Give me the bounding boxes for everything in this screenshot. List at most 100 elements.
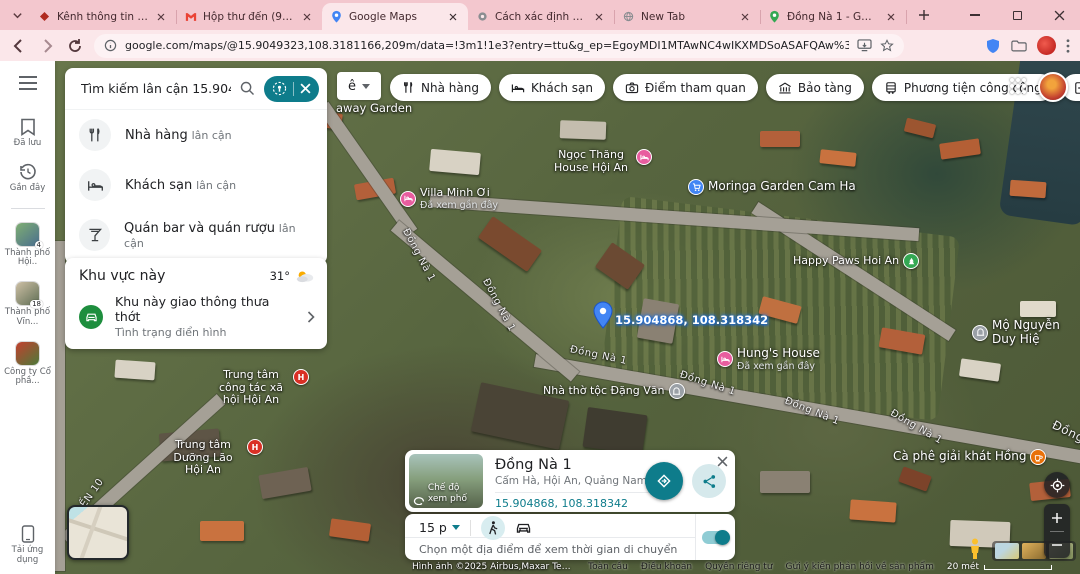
forward-icon[interactable]: [38, 37, 56, 55]
street-view-thumbnail[interactable]: Chế độ xem phố: [409, 454, 483, 508]
photo-thumbnail[interactable]: [1022, 543, 1046, 559]
chip-label: Điểm tham quan: [645, 81, 746, 95]
walk-mode-button[interactable]: [481, 516, 505, 540]
nearby-pin-icon[interactable]: [272, 81, 287, 96]
sidebar-item-label: Gần đây: [2, 184, 54, 194]
poi-villa-minh-oi[interactable]: Villa Minh Ơi Đã xem gần đây: [400, 187, 498, 211]
pill-divider: [293, 82, 294, 96]
poi-ca-phe-hong[interactable]: Cà phê giải khát Hồng: [893, 449, 1046, 465]
poi-mo-nguyen-duy-hieu[interactable]: Mộ Nguyễn Duy Hiệ: [972, 319, 1080, 347]
install-app-icon[interactable]: [857, 39, 872, 52]
tab-gmail[interactable]: Hộp thư đến (9.470) - leng: [176, 3, 322, 30]
poi-trung-tam-duong-lao[interactable]: Trung tâm Dưỡng Lão Hội An H: [163, 439, 263, 477]
close-tab-icon[interactable]: [446, 10, 460, 24]
directions-button[interactable]: [645, 462, 683, 500]
nearby-filter-pill[interactable]: [264, 76, 319, 102]
place-coordinates-link[interactable]: 15.904868, 108.318342: [495, 497, 731, 510]
back-icon[interactable]: [10, 37, 28, 55]
close-tab-icon[interactable]: [738, 10, 752, 24]
tab-dong-na-maps[interactable]: Đồng Nà 1 - Google Maps: [760, 3, 906, 30]
close-tab-icon[interactable]: [300, 10, 314, 24]
chip-label: Khách sạn: [531, 81, 593, 95]
share-button[interactable]: [692, 464, 726, 498]
poi-label: Villa Minh Ơi: [420, 187, 498, 200]
chip-museums[interactable]: Bảo tàng: [766, 74, 864, 101]
new-tab-button[interactable]: [912, 3, 936, 27]
zoom-in-button[interactable]: [1044, 505, 1070, 531]
tab-google-maps-active[interactable]: Google Maps: [322, 3, 468, 30]
zoom-out-button[interactable]: [1044, 532, 1070, 558]
map-inset-thumbnail[interactable]: [67, 505, 129, 560]
sidebar-item-list-vinh[interactable]: 18 Thành phố Vĩn...: [0, 282, 55, 328]
chip-attractions[interactable]: Điểm tham quan: [613, 74, 758, 101]
duration-dropdown[interactable]: 15 p: [419, 520, 460, 535]
traffic-row[interactable]: Khu này giao thông thưa thớt Tình trạng …: [79, 294, 315, 339]
tab-title: Cách xác định hướng: [495, 11, 586, 23]
search-box[interactable]: Tìm kiếm lân cận 15.904868, 108: [65, 68, 327, 110]
travel-time-toggle[interactable]: [702, 531, 730, 544]
sidebar-item-saved[interactable]: Đã lưu: [0, 118, 55, 149]
minimize-button[interactable]: [954, 0, 996, 30]
duration-value: 15 p: [419, 520, 447, 535]
footer-link-terms[interactable]: Điều khoản: [641, 562, 692, 572]
chip-restaurants[interactable]: Nhà hàng: [390, 74, 491, 101]
browser-menu-icon[interactable]: [1066, 39, 1070, 53]
pegman-icon[interactable]: [968, 538, 982, 563]
browser-profile-avatar[interactable]: [1037, 36, 1056, 55]
close-place-card-icon[interactable]: [714, 453, 730, 469]
site-info-icon[interactable]: [104, 39, 117, 52]
bookmark-star-icon[interactable]: [880, 39, 894, 53]
poi-label: Mộ Nguyễn Duy Hiệ: [992, 319, 1080, 347]
tab-real-estate[interactable]: Kênh thông tin bất động s: [30, 3, 176, 30]
tab-new-tab[interactable]: New Tab: [614, 3, 760, 30]
footer-link-global[interactable]: Toàn cầu: [588, 562, 628, 572]
suggestion-bars[interactable]: Quán bar và quán rượu lân cận: [65, 210, 327, 264]
poi-happy-paws[interactable]: Happy Paws Hoi An: [793, 253, 919, 269]
dropped-pin-icon[interactable]: [593, 301, 613, 329]
mobile-app-icon: [21, 525, 35, 543]
sidebar-item-recent[interactable]: Gần đây: [0, 163, 55, 194]
downloads-folder-icon[interactable]: [1011, 39, 1027, 53]
sidebar-item-list-congty[interactable]: Công ty Cổ phầ...: [0, 342, 55, 388]
footer-link-privacy[interactable]: Quyền riêng tư: [705, 562, 772, 572]
sidebar-item-get-app[interactable]: Tải ứng dụng: [0, 525, 55, 566]
account-avatar[interactable]: [1038, 72, 1068, 102]
photo-thumbnail[interactable]: [995, 543, 1019, 559]
clear-search-icon[interactable]: [300, 83, 311, 94]
reload-icon[interactable]: [66, 37, 84, 55]
address-bar[interactable]: google.com/maps/@15.9049323,108.3181166,…: [94, 34, 904, 58]
gear-favicon: [476, 10, 489, 23]
search-input[interactable]: Tìm kiếm lân cận 15.904868, 108: [81, 81, 231, 96]
poi-nha-tho-toc-dang-van[interactable]: Nhà thờ tộc Đặng Văn: [543, 383, 685, 399]
restaurant-icon: [402, 81, 415, 94]
map-footer: Hình ảnh ©2025 Airbus,Maxar Technologies…: [412, 562, 1052, 572]
menu-icon[interactable]: [18, 75, 38, 94]
close-tab-icon[interactable]: [884, 10, 898, 24]
footer-link-feedback[interactable]: Gửi ý kiến phản hồi về sản phẩm: [786, 562, 934, 572]
close-tab-icon[interactable]: [154, 10, 168, 24]
my-location-button[interactable]: [1044, 472, 1070, 498]
poi-ngoc-thang-house[interactable]: Ngọc Thăng House Hội An: [550, 149, 652, 174]
close-tab-icon[interactable]: [592, 10, 606, 24]
poi-hungs-house[interactable]: Hung's House Đã xem gần đây: [717, 347, 820, 372]
drive-mode-button[interactable]: [515, 521, 532, 534]
chevron-right-icon[interactable]: [307, 311, 315, 323]
maximize-button[interactable]: [996, 0, 1038, 30]
tab-orientation-guide[interactable]: Cách xác định hướng: [468, 3, 614, 30]
chip-hotels[interactable]: Khách sạn: [499, 74, 605, 101]
poi-moringa-garden[interactable]: Moringa Garden Cam Ha: [688, 179, 856, 195]
maps-favicon: [330, 10, 343, 23]
google-apps-grid-icon[interactable]: [1010, 78, 1028, 96]
poi-trung-tam-cong-tac[interactable]: Trung tâm công tác xã hội Hội An H: [213, 369, 309, 407]
search-icon[interactable]: [239, 80, 256, 97]
tab-search-chevron-icon[interactable]: [6, 4, 28, 26]
extension-shield-icon[interactable]: [985, 38, 1001, 54]
sidebar-item-list-hoian[interactable]: 4 Thành phố Hội..: [0, 223, 55, 269]
street-view-return-icon: [413, 496, 425, 505]
map-scale: 20 mét: [947, 562, 1052, 572]
input-tools-button[interactable]: ê: [337, 72, 381, 100]
suggestion-restaurants[interactable]: Nhà hàng lân cận: [65, 110, 327, 160]
chevron-down-icon: [362, 84, 370, 89]
close-window-button[interactable]: [1038, 0, 1080, 30]
suggestion-hotels[interactable]: Khách sạn lân cận: [65, 160, 327, 210]
